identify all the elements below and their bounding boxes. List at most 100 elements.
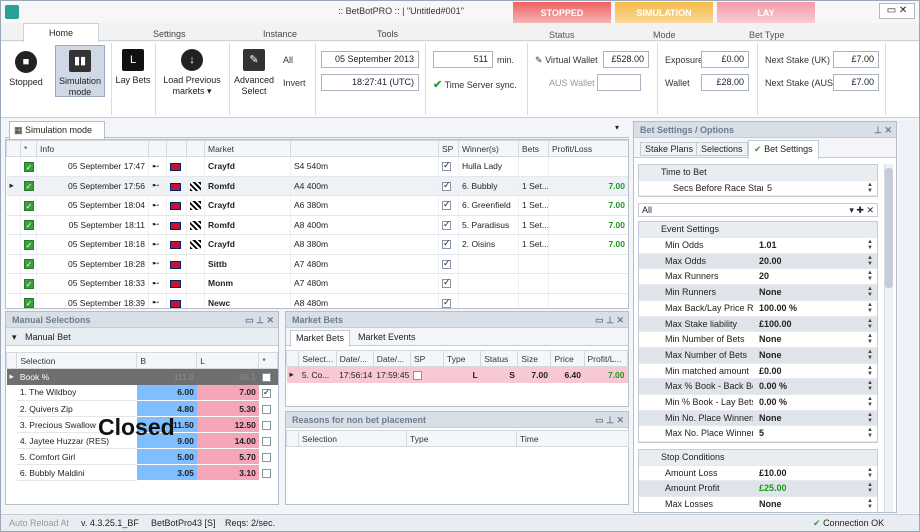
check-icon[interactable]: ✓ bbox=[24, 220, 34, 231]
spinner-icon[interactable]: ▲ ▼ bbox=[867, 333, 873, 345]
table-row[interactable]: ▸ 5. Co... 17:56:14 17:59:45 L S 7.00 6.… bbox=[286, 366, 628, 383]
tab-settings[interactable]: Settings bbox=[153, 29, 186, 39]
section-header[interactable]: Event Settings bbox=[639, 222, 877, 239]
setting-row[interactable]: Max Odds 20.00 ▲ ▼ bbox=[639, 253, 877, 270]
table-row[interactable]: ✓05 September 18:18➸ CrayfdA8 380m 2. Oisi… bbox=[6, 234, 628, 255]
col-price[interactable]: Price bbox=[550, 350, 585, 367]
setting-row[interactable]: Amount Profit £25.00 ▲ ▼ bbox=[639, 481, 877, 498]
app-icon[interactable] bbox=[5, 5, 19, 19]
col-info[interactable]: Info bbox=[36, 140, 149, 157]
tab-tools[interactable]: Tools bbox=[377, 29, 398, 39]
spinner-icon[interactable]: ▲ ▼ bbox=[867, 349, 873, 361]
table-row[interactable]: ✓05 September 17:47➸ CrayfdS4 540m Hulla L… bbox=[6, 156, 628, 177]
spinner-icon[interactable]: ▲ ▼ bbox=[867, 302, 873, 314]
table-row[interactable]: ✓ 05 September 18:28 ➸ Sittb A7 480m bbox=[6, 254, 628, 274]
setting-row[interactable]: Max Runners 20 ▲ ▼ bbox=[639, 269, 877, 286]
col-select[interactable] bbox=[6, 140, 21, 157]
select-all-button[interactable]: All bbox=[283, 55, 293, 65]
spinner-icon[interactable]: ▲ ▼ bbox=[867, 318, 873, 330]
setting-value[interactable]: £100.00 bbox=[759, 317, 792, 332]
select-checkbox[interactable] bbox=[259, 385, 278, 401]
spinner-icon[interactable]: ▲ ▼ bbox=[867, 255, 873, 267]
setting-value[interactable]: £10.00 bbox=[759, 466, 787, 481]
row-checkbox[interactable]: ✓ bbox=[20, 156, 37, 177]
chevron-down-icon[interactable]: ▾ bbox=[615, 123, 619, 132]
setting-row[interactable]: Max No. Place Winners 5 ▲ ▼ bbox=[639, 426, 877, 442]
panel-controls[interactable]: ▭ ⊥ ✕ bbox=[245, 312, 274, 328]
setting-value[interactable]: 20 bbox=[759, 269, 769, 284]
col-selection[interactable]: Select... bbox=[298, 350, 337, 367]
setting-row[interactable]: Secs Before Race Start 5 ▲ ▼ bbox=[639, 181, 877, 197]
spinner-icon[interactable]: ▲ ▼ bbox=[867, 498, 873, 510]
scrollbar[interactable] bbox=[884, 164, 893, 512]
spinner-icon[interactable]: ▲ ▼ bbox=[867, 482, 873, 494]
setting-value[interactable]: 20.00 bbox=[759, 254, 782, 269]
setting-value[interactable]: None bbox=[759, 332, 782, 347]
setting-row[interactable]: Max Stake liability £100.00 ▲ ▼ bbox=[639, 316, 877, 333]
spinner-icon[interactable]: ▲ ▼ bbox=[867, 412, 873, 424]
setting-value[interactable]: £25.00 bbox=[759, 481, 787, 496]
sp-checkbox[interactable] bbox=[438, 176, 459, 196]
col-date2[interactable]: Date/... bbox=[372, 350, 411, 367]
col-status[interactable]: Status bbox=[480, 350, 519, 367]
lay-price[interactable]: 3.10 bbox=[196, 464, 259, 481]
setting-value[interactable]: 100.00 % bbox=[759, 301, 797, 316]
time-sync-toggle[interactable]: ✔ Time Server sync. bbox=[433, 78, 517, 91]
setting-value[interactable]: 5 bbox=[767, 181, 772, 196]
spinner-icon[interactable]: ▲ ▼ bbox=[867, 239, 873, 251]
setting-row[interactable]: Max Back/Lay Price Ra 100.00 % ▲ ▼ bbox=[639, 301, 877, 317]
checkbox[interactable] bbox=[413, 370, 423, 380]
lay-price[interactable]: 14.00 bbox=[196, 432, 259, 449]
tab-instance[interactable]: Instance bbox=[263, 29, 297, 39]
spinner-icon[interactable]: ▲ ▼ bbox=[867, 396, 873, 408]
setting-row[interactable]: Max % Book - Back Bet 0.00 % ▲ ▼ bbox=[639, 379, 877, 395]
setting-value[interactable]: None bbox=[759, 497, 782, 512]
row-checkbox[interactable]: ✓ bbox=[20, 273, 37, 294]
table-row[interactable]: ✓05 September 18:04➸ CrayfdA6 380m 6. Gree… bbox=[6, 195, 628, 216]
check-icon[interactable]: ✓ bbox=[24, 239, 34, 250]
load-previous-markets-button[interactable]: ↓ Load Previous markets ▾ bbox=[159, 47, 225, 99]
filter-controls[interactable]: ▾ ✚ ✕ bbox=[849, 204, 874, 216]
tab-stake-plans[interactable]: Stake Plans bbox=[640, 142, 699, 156]
minutes-field[interactable]: 511 bbox=[433, 51, 493, 68]
spinner-icon[interactable]: ▲ ▼ bbox=[867, 182, 873, 194]
virtual-wallet-field[interactable]: £528.00 bbox=[603, 51, 649, 68]
check-icon[interactable]: ✓ bbox=[24, 161, 34, 172]
setting-value[interactable]: 0.00 % bbox=[759, 379, 787, 394]
setting-row[interactable]: Min matched amount £0.00 ▲ ▼ bbox=[639, 364, 877, 380]
col-icon1[interactable] bbox=[148, 140, 167, 157]
col-star[interactable]: * bbox=[20, 140, 37, 157]
tab-home[interactable]: Home bbox=[23, 23, 99, 42]
window-controls[interactable]: ▭ ✕ bbox=[879, 3, 915, 19]
col-time[interactable]: Time bbox=[516, 430, 629, 447]
check-icon[interactable]: ✓ bbox=[24, 298, 34, 308]
tab-bet-settings[interactable]: ✔ Bet Settings bbox=[748, 140, 819, 159]
spinner-icon[interactable]: ▲ ▼ bbox=[867, 467, 873, 479]
list-item[interactable]: 5. Comfort Girl 5.00 5.70 bbox=[7, 448, 278, 465]
col-desc[interactable] bbox=[290, 140, 439, 157]
setting-value[interactable]: None bbox=[759, 411, 782, 426]
aus-wallet-field[interactable] bbox=[597, 74, 641, 91]
setting-row[interactable]: Amount Loss £10.00 ▲ ▼ bbox=[639, 466, 877, 482]
setting-row[interactable]: Min No. Place Winners None ▲ ▼ bbox=[639, 410, 877, 427]
table-row[interactable]: ✓ 05 September 18:39 ➸ Newc A8 480m bbox=[6, 293, 628, 308]
book-checkbox[interactable] bbox=[259, 369, 278, 385]
sp-checkbox[interactable] bbox=[438, 215, 459, 235]
tab-market-events[interactable]: Market Events bbox=[358, 332, 416, 342]
col-icon2[interactable] bbox=[166, 140, 187, 157]
setting-value[interactable]: None bbox=[759, 285, 782, 300]
check-icon[interactable]: ✓ bbox=[24, 200, 34, 211]
col-star[interactable]: * bbox=[258, 352, 278, 369]
back-price[interactable]: 6.00 bbox=[136, 384, 197, 401]
col-type[interactable]: Type bbox=[443, 350, 482, 367]
setting-row[interactable]: Max Losses None ▲ ▼ bbox=[639, 497, 877, 512]
col-sp[interactable]: SP bbox=[438, 140, 459, 157]
row-checkbox[interactable]: ✓ bbox=[20, 254, 37, 274]
scrollbar-thumb[interactable] bbox=[885, 168, 893, 288]
sp-checkbox[interactable] bbox=[438, 273, 459, 294]
lay-price[interactable]: 7.00 bbox=[196, 384, 259, 401]
spinner-icon[interactable]: ▲ ▼ bbox=[867, 270, 873, 282]
next-stake-uk-field[interactable]: £7.00 bbox=[833, 51, 879, 68]
spinner-icon[interactable]: ▲ ▼ bbox=[867, 380, 873, 392]
list-item[interactable]: 1. The Wildboy 6.00 7.00 bbox=[7, 384, 278, 401]
